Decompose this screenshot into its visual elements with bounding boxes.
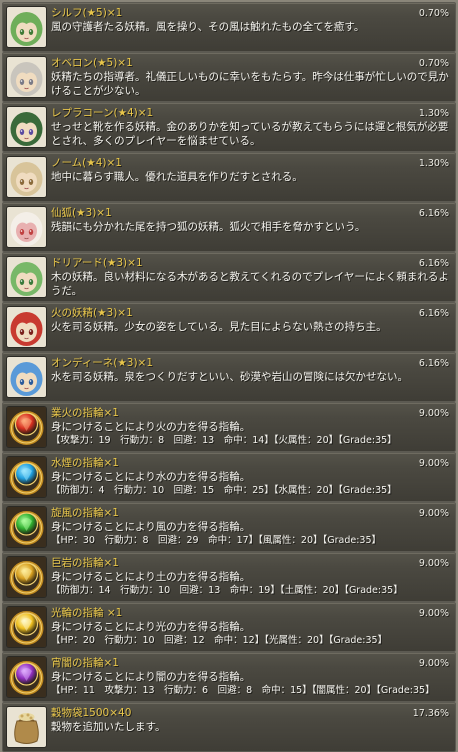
reward-title: 水煙の指輪×1 (51, 457, 119, 469)
reward-title: オベロン(★5)×1 (51, 57, 133, 69)
drop-rate: 9.00% (418, 658, 449, 669)
reward-row-ring-earth: 巨岩の指輪×1 9.00% 身につけることにより土の力を得る指輪。【防御力：14 行… (2, 552, 456, 602)
reward-row-sylph: シルフ(★5)×1 0.70% 風の守護者たる妖精。風を操り、その風は触れたもの全て… (2, 2, 456, 52)
reward-stats: 【防御力：14 行動力：10 回避：13 命中：19】【土属性：20】【Grad… (51, 585, 403, 596)
reward-description: 身につけることにより風の力を得る指輪。 (51, 521, 251, 533)
reward-row-ring-fire: 業火の指輪×1 9.00% 身につけることにより火の力を得る指輪。【攻撃力：19 行… (2, 402, 456, 452)
fairy-leprechaun-icon (6, 106, 47, 148)
reward-title: 火の妖精(★3)×1 (51, 307, 133, 319)
drop-rate: 0.70% (418, 8, 449, 19)
reward-title: 穀物袋1500×40 (51, 707, 132, 719)
reward-stats: 【攻撃力：19 行動力：8 回避：13 命中：14】【火属性：20】【Grade… (51, 435, 397, 446)
drop-rate: 9.00% (418, 608, 449, 619)
drop-rate: 6.16% (418, 258, 449, 269)
reward-title: 旋風の指輪×1 (51, 507, 119, 519)
drop-rate: 9.00% (418, 558, 449, 569)
drop-rate: 9.00% (418, 408, 449, 419)
reward-title: 巨岩の指輪×1 (51, 557, 119, 569)
reward-title: 光輪の指輪 ×1 (51, 607, 123, 619)
reward-row-senko: 仙狐(★3)×1 6.16% 残韻にも分かれた尾を持つ狐の妖精。狐火で相手を脅かすと… (2, 202, 456, 252)
drop-rate: 9.00% (418, 508, 449, 519)
reward-stats: 【HP：30 行動力：8 回避：29 命中：17】【風属性：20】【Grade:… (51, 535, 382, 546)
fairy-fire-red-hair-icon (6, 306, 47, 348)
reward-description: 穀物を追加いたします。 (51, 721, 166, 733)
fairy-king-silver-hair-icon (6, 56, 47, 98)
drop-rate: 6.16% (418, 308, 449, 319)
reward-row-undine: オンディーネ(★3)×1 6.16% 水を司る妖精。泉をつくりだすといい、砂漠や岩山… (2, 352, 456, 402)
reward-row-fire-fairy: 火の妖精(★3)×1 6.16% 火を司る妖精。少女の姿をしている。見た目によらない… (2, 302, 456, 352)
fairy-gnome-icon (6, 156, 47, 198)
reward-description: 身につけることにより火の力を得る指輪。 (51, 421, 251, 433)
reward-stats: 【HP：11 攻撃力：13 行動力：6 回避：8 命中：15】【闇属性：20】【… (51, 685, 435, 696)
drop-rate: 17.36% (412, 708, 449, 719)
reward-title: レプラコーン(★4)×1 (51, 107, 154, 119)
reward-row-gnome: ノーム(★4)×1 1.30% 地中に暮らす職人。優れた道具を作りだすとされる。 (2, 152, 456, 202)
reward-description: 身につけることにより水の力を得る指輪。 (51, 471, 251, 483)
reward-title: 業火の指輪×1 (51, 407, 119, 419)
ring-water-blue-gem-icon (6, 456, 47, 498)
ring-fire-red-gem-icon (6, 406, 47, 448)
reward-row-oberon: オベロン(★5)×1 0.70% 妖精たちの指導者。礼儀正しいものに幸いをもたらす。… (2, 52, 456, 102)
ring-wind-green-gem-icon (6, 506, 47, 548)
reward-description: 身につけることにより闇の力を得る指輪。 (51, 671, 251, 683)
reward-title: シルフ(★5)×1 (51, 7, 123, 19)
reward-title: オンディーネ(★3)×1 (51, 357, 154, 369)
fairy-dryad-icon (6, 256, 47, 298)
reward-description: 風の守護者たる妖精。風を操り、その風は触れたもの全てを癒す。 (51, 21, 365, 33)
grain-sack-icon (6, 706, 47, 748)
reward-title: ドリアード(★3)×1 (51, 257, 143, 269)
reward-title: 仙狐(★3)×1 (51, 207, 112, 219)
drop-rate: 6.16% (418, 208, 449, 219)
reward-row-grain-bag: 穀物袋1500×40 17.36% 穀物を追加いたします。 (2, 702, 456, 752)
reward-description: 身につけることにより光の力を得る指輪。 (51, 621, 251, 633)
reward-row-ring-wind: 旋風の指輪×1 9.00% 身につけることにより風の力を得る指輪。【HP：30 行動… (2, 502, 456, 552)
ring-dark-purple-gem-icon (6, 656, 47, 698)
reward-row-ring-light: 光輪の指輪 ×1 9.00% 身につけることにより光の力を得る指輪。【HP：20 行… (2, 602, 456, 652)
fairy-undine-blue-hair-icon (6, 356, 47, 398)
reward-description: 身につけることにより土の力を得る指輪。 (51, 571, 251, 583)
drop-rate: 6.16% (418, 358, 449, 369)
drop-rate: 1.30% (418, 158, 449, 169)
reward-row-ring-water: 水煙の指輪×1 9.00% 身につけることにより水の力を得る指輪。【防御力：4 行動… (2, 452, 456, 502)
reward-description: 地中に暮らす職人。優れた道具を作りだすとされる。 (51, 171, 303, 183)
ring-earth-yellow-gem-icon (6, 556, 47, 598)
reward-description: 木の妖精。良い材料になる木があると教えてくれるのでプレイヤーによく頼まれるようだ… (51, 271, 449, 297)
reward-row-leprechaun: レプラコーン(★4)×1 1.30% せっせと靴を作る妖精。金のありかを知っているが… (2, 102, 456, 152)
reward-description: 水を司る妖精。泉をつくりだすといい、砂漠や岩山の冒険には欠かせない。 (51, 371, 408, 383)
reward-row-ring-dark: 宵闇の指輪×1 9.00% 身につけることにより闇の力を得る指輪。【HP：11 攻撃… (2, 652, 456, 702)
fox-spirit-mask-icon (6, 206, 47, 248)
reward-stats: 【HP：20 行動力：10 回避：12 命中：12】【光属性：20】【Grade… (51, 635, 388, 646)
reward-description: 火を司る妖精。少女の姿をしている。見た目によらない熱さの持ち主。 (51, 321, 387, 333)
reward-title: ノーム(★4)×1 (51, 157, 122, 169)
ring-light-gold-gem-icon (6, 606, 47, 648)
reward-description: 残韻にも分かれた尾を持つ狐の妖精。狐火で相手を脅かすという。 (51, 221, 366, 233)
reward-title: 宵闇の指輪×1 (51, 657, 119, 669)
reward-description: 妖精たちの指導者。礼儀正しいものに幸いをもたらす。昨今は仕事が忙しいので見かける… (51, 71, 449, 97)
reward-row-dryad: ドリアード(★3)×1 6.16% 木の妖精。良い材料になる木があると教えてくれるの… (2, 252, 456, 302)
drop-rate: 1.30% (418, 108, 449, 119)
reward-description: せっせと靴を作る妖精。金のありかを知っているが教えてもらうには運と根気が必要とさ… (51, 121, 449, 147)
reward-stats: 【防御力：4 行動力：10 回避：15 命中：25】【水属性：20】【Grade… (51, 485, 397, 496)
drop-rate: 0.70% (418, 58, 449, 69)
fairy-green-hair-icon (6, 6, 47, 48)
drop-rate: 9.00% (418, 458, 449, 469)
